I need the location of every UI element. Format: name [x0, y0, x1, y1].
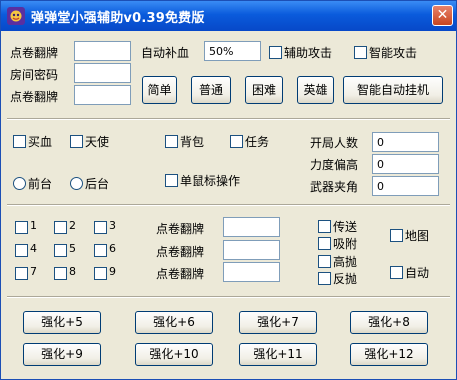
slot-8-label: 8 [69, 265, 76, 278]
high-throw-checkbox[interactable] [318, 255, 331, 268]
single-mouse-label: 单鼠标操作 [180, 174, 241, 188]
strengthen-10-button[interactable]: 强化+10 [135, 343, 213, 366]
slot-5-checkbox[interactable] [54, 244, 67, 257]
difficulty-hard-button[interactable]: 困难 [245, 76, 283, 104]
slot-6-label: 6 [109, 242, 116, 255]
slot-2-checkbox[interactable] [54, 221, 67, 234]
buy-blood-label: 买血 [28, 135, 53, 149]
weapon-angle-input[interactable] [372, 176, 439, 196]
backpack-checkbox[interactable] [165, 135, 178, 148]
slot-7-checkbox[interactable] [15, 267, 28, 280]
slot-8-checkbox[interactable] [54, 267, 67, 280]
smart-attack-checkbox[interactable] [354, 46, 367, 59]
difficulty-hero-button[interactable]: 英雄 [297, 76, 334, 104]
flip-label-2: 点卷翻牌 [156, 245, 205, 259]
backpack-label: 背包 [180, 135, 205, 149]
reverse-throw-checkbox[interactable] [318, 272, 331, 285]
task-checkbox[interactable] [230, 135, 243, 148]
angel-label: 天使 [85, 135, 110, 149]
app-window: 弹弹堂小强辅助v0.39免费版 ✕ 点卷翻牌 房间密码 点卷翻牌 自动补血 辅助… [0, 0, 457, 380]
high-throw-label: 高抛 [333, 255, 358, 269]
slot-7-label: 7 [30, 265, 37, 278]
strengthen-7-button[interactable]: 强化+7 [239, 311, 317, 334]
slot-5-label: 5 [69, 242, 76, 255]
smart-attack-label: 智能攻击 [369, 46, 418, 60]
smart-auto-hang-button[interactable]: 智能自动挂机 [343, 76, 443, 104]
divider [7, 204, 450, 206]
strengthen-6-button[interactable]: 强化+6 [135, 311, 213, 334]
absorb-label: 吸附 [333, 237, 358, 251]
teleport-checkbox[interactable] [318, 220, 331, 233]
weapon-angle-label: 武器夹角 [310, 180, 359, 194]
slot-4-label: 4 [30, 242, 37, 255]
angel-checkbox[interactable] [70, 135, 83, 148]
map-label: 地图 [405, 229, 430, 243]
flip-input-1[interactable] [223, 217, 280, 237]
difficulty-easy-button[interactable]: 简单 [142, 76, 177, 104]
start-players-label: 开局人数 [310, 136, 359, 150]
divider [7, 118, 450, 120]
slot-4-checkbox[interactable] [15, 244, 28, 257]
window-title: 弹弹堂小强辅助v0.39免费版 [31, 11, 205, 26]
strengthen-8-button[interactable]: 强化+8 [350, 311, 428, 334]
label-room-password: 房间密码 [10, 68, 59, 82]
force-offset-input[interactable] [372, 154, 439, 174]
strengthen-11-button[interactable]: 强化+11 [239, 343, 317, 366]
difficulty-normal-button[interactable]: 普通 [191, 76, 231, 104]
slot-3-checkbox[interactable] [94, 221, 107, 234]
auto-heal-input[interactable] [204, 41, 261, 61]
background-radio[interactable] [70, 177, 83, 190]
background-label: 后台 [85, 177, 110, 191]
slot-9-checkbox[interactable] [94, 267, 107, 280]
buy-blood-checkbox[interactable] [13, 135, 26, 148]
slot-6-checkbox[interactable] [94, 244, 107, 257]
slot-2-label: 2 [69, 219, 76, 232]
task-label: 任务 [245, 135, 270, 149]
label-card-flip-2: 点卷翻牌 [10, 90, 59, 104]
foreground-radio[interactable] [13, 177, 26, 190]
flip-label-1: 点卷翻牌 [156, 222, 205, 236]
close-button[interactable]: ✕ [432, 5, 453, 26]
absorb-checkbox[interactable] [318, 237, 331, 250]
auto-label: 自动 [405, 266, 430, 280]
auto-checkbox[interactable] [390, 266, 403, 279]
card-flip-input-2[interactable] [74, 85, 131, 105]
strengthen-5-button[interactable]: 强化+5 [23, 311, 101, 334]
strengthen-12-button[interactable]: 强化+12 [350, 343, 428, 366]
room-password-input[interactable] [74, 63, 131, 83]
app-logo-icon [7, 7, 25, 25]
teleport-label: 传送 [333, 220, 358, 234]
label-card-flip-1: 点卷翻牌 [10, 46, 59, 60]
slot-3-label: 3 [109, 219, 116, 232]
reverse-throw-label: 反抛 [333, 272, 358, 286]
flip-input-2[interactable] [223, 240, 280, 260]
divider [7, 296, 450, 298]
map-checkbox[interactable] [390, 229, 403, 242]
single-mouse-checkbox[interactable] [165, 174, 178, 187]
strengthen-9-button[interactable]: 强化+9 [23, 343, 101, 366]
slot-1-label: 1 [30, 219, 37, 232]
close-icon: ✕ [436, 7, 449, 23]
foreground-label: 前台 [28, 177, 53, 191]
slot-1-checkbox[interactable] [15, 221, 28, 234]
flip-input-3[interactable] [223, 262, 280, 282]
title-bar[interactable]: 弹弹堂小强辅助v0.39免费版 ✕ [1, 1, 456, 31]
start-players-input[interactable] [372, 132, 439, 152]
card-flip-input-1[interactable] [74, 41, 131, 61]
flip-label-3: 点卷翻牌 [156, 267, 205, 281]
auto-heal-label: 自动补血 [141, 46, 190, 60]
slot-9-label: 9 [109, 265, 116, 278]
force-offset-label: 力度偏高 [310, 158, 359, 172]
assist-attack-label: 辅助攻击 [284, 46, 333, 60]
assist-attack-checkbox[interactable] [269, 46, 282, 59]
